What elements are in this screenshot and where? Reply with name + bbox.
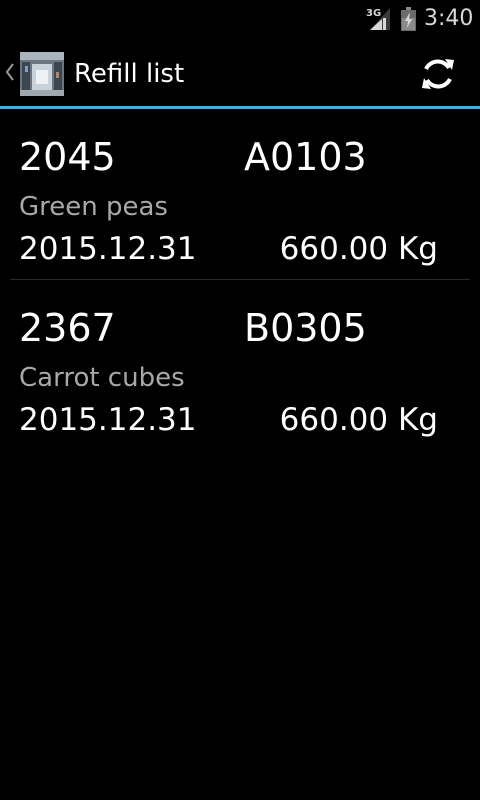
list-item[interactable]: 2045 A0103 Green peas 2015.12.31 660.00 … (0, 109, 480, 280)
signal-3g-icon: 3G (366, 6, 394, 32)
item-date: 2015.12.31 (19, 402, 197, 438)
refresh-button[interactable] (410, 50, 466, 98)
item-number: 2045 (19, 135, 116, 179)
item-name: Carrot cubes (19, 363, 185, 393)
item-weight: 660.00 Kg (279, 402, 438, 438)
warehouse-app-icon[interactable] (20, 52, 64, 96)
item-weight: 660.00 Kg (279, 231, 438, 267)
item-code: B0305 (244, 306, 367, 350)
page-title: Refill list (74, 59, 185, 89)
refill-list: 2045 A0103 Green peas 2015.12.31 660.00 … (0, 109, 480, 438)
chevron-left-icon[interactable] (4, 60, 16, 84)
item-name: Green peas (19, 192, 168, 222)
item-number: 2367 (19, 306, 116, 350)
refresh-icon (422, 59, 454, 89)
item-date: 2015.12.31 (19, 231, 197, 267)
clock-time: 3:40 (424, 6, 474, 31)
network-type-label: 3G (366, 8, 381, 19)
list-item[interactable]: 2367 B0305 Carrot cubes 2015.12.31 660.0… (0, 280, 480, 440)
action-bar: Refill list (0, 38, 480, 106)
battery-charging-icon (401, 7, 416, 31)
item-code: A0103 (244, 135, 367, 179)
status-bar: 3G 3:40 (0, 0, 480, 38)
